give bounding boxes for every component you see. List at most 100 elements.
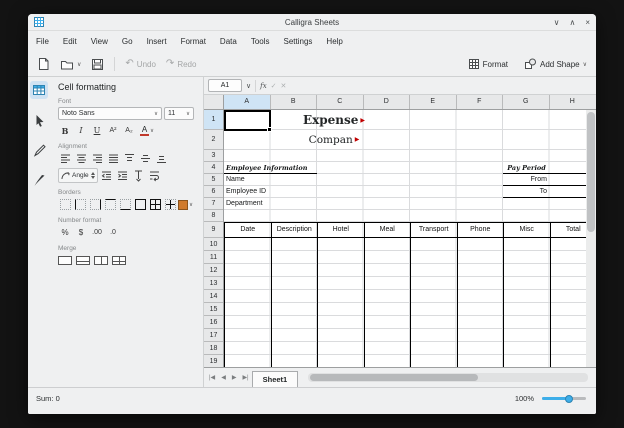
menu-item[interactable]: Edit bbox=[63, 37, 77, 46]
expense-table-header-cell[interactable]: Transport bbox=[411, 223, 458, 237]
pen-tool-button[interactable] bbox=[30, 141, 48, 159]
titlebar[interactable]: Calligra Sheets ∨ ∧ × bbox=[28, 14, 596, 31]
indent-increase-button[interactable] bbox=[116, 169, 130, 182]
zoom-slider-handle[interactable] bbox=[565, 395, 573, 403]
cell-range-dropdown[interactable]: ∨ bbox=[246, 82, 251, 90]
row-header[interactable]: 5 bbox=[204, 174, 223, 186]
valign-top-button[interactable] bbox=[122, 152, 136, 165]
first-sheet-button[interactable]: |◀ bbox=[206, 369, 218, 387]
column-header[interactable]: C bbox=[317, 95, 364, 109]
border-color-button[interactable]: ∨ bbox=[178, 198, 193, 211]
angle-spinner[interactable] bbox=[91, 172, 95, 179]
horizontal-scrollbar-handle[interactable] bbox=[310, 374, 478, 381]
merge-cells-button[interactable] bbox=[58, 254, 72, 267]
previous-sheet-button[interactable]: ◀ bbox=[218, 369, 229, 387]
superscript-button[interactable]: A² bbox=[106, 124, 120, 137]
row-header[interactable]: 13 bbox=[204, 277, 223, 290]
border-left-button[interactable] bbox=[73, 198, 87, 211]
precision-increase-button[interactable]: .00 bbox=[90, 226, 104, 239]
cell-tool-button[interactable] bbox=[30, 81, 48, 99]
row-header[interactable]: 7 bbox=[204, 198, 223, 210]
sheet-tab[interactable]: Sheet1 bbox=[252, 371, 299, 387]
italic-button[interactable]: I bbox=[74, 124, 88, 137]
column-header[interactable]: D bbox=[364, 95, 411, 109]
menu-item[interactable]: Help bbox=[326, 37, 342, 46]
zoom-slider[interactable] bbox=[542, 397, 586, 400]
row-header[interactable]: 16 bbox=[204, 316, 223, 329]
row-header[interactable]: 6 bbox=[204, 186, 223, 198]
last-sheet-button[interactable]: ▶| bbox=[239, 369, 251, 387]
vertical-text-button[interactable] bbox=[132, 169, 146, 182]
close-button[interactable]: × bbox=[585, 15, 590, 30]
menu-item[interactable]: Insert bbox=[147, 37, 167, 46]
open-document-button[interactable]: ∨ bbox=[57, 56, 84, 73]
align-center-button[interactable] bbox=[74, 152, 88, 165]
expense-table-header-cell[interactable]: Misc bbox=[504, 223, 551, 237]
valign-middle-button[interactable] bbox=[138, 152, 152, 165]
column-header[interactable]: E bbox=[410, 95, 457, 109]
merge-vertical-button[interactable] bbox=[94, 254, 108, 267]
indent-decrease-button[interactable] bbox=[100, 169, 114, 182]
apply-button[interactable]: ✓ bbox=[271, 82, 277, 90]
row-header[interactable]: 10 bbox=[204, 238, 223, 251]
border-top-button[interactable] bbox=[103, 198, 117, 211]
wrap-text-button[interactable] bbox=[148, 169, 162, 182]
select-all-corner[interactable] bbox=[204, 95, 224, 109]
menu-item[interactable]: Data bbox=[220, 37, 237, 46]
new-document-button[interactable] bbox=[34, 55, 53, 73]
sheet-grid[interactable]: Expense▶ Compan▶ Employee Information Pa… bbox=[224, 110, 586, 367]
redo-button[interactable]: ↷ Redo bbox=[163, 57, 200, 71]
add-shape-button[interactable]: Add Shape ∨ bbox=[521, 56, 590, 72]
bold-button[interactable]: B bbox=[58, 124, 72, 137]
angle-control[interactable]: Angle bbox=[58, 168, 98, 183]
subscript-button[interactable]: A₂ bbox=[122, 124, 136, 137]
border-frame-button[interactable] bbox=[133, 198, 147, 211]
border-none-button[interactable] bbox=[58, 198, 72, 211]
align-right-button[interactable] bbox=[90, 152, 104, 165]
money-format-button[interactable]: $ bbox=[74, 226, 88, 239]
unmerge-cells-button[interactable] bbox=[112, 254, 126, 267]
calligraphy-tool-button[interactable] bbox=[30, 171, 48, 189]
row-header[interactable]: 17 bbox=[204, 329, 223, 342]
row-header[interactable]: 15 bbox=[204, 303, 223, 316]
row-header[interactable]: 8 bbox=[204, 210, 223, 222]
row-header[interactable]: 9 bbox=[204, 222, 223, 238]
maximize-button[interactable]: ∧ bbox=[569, 15, 575, 30]
border-inner-button[interactable] bbox=[163, 198, 177, 211]
expense-table-header-cell[interactable]: Meal bbox=[365, 223, 412, 237]
cell-reference-box[interactable]: A1 bbox=[208, 79, 242, 92]
row-header[interactable]: 18 bbox=[204, 342, 223, 355]
row-header[interactable]: 11 bbox=[204, 251, 223, 264]
column-header[interactable]: B bbox=[271, 95, 318, 109]
save-button[interactable] bbox=[88, 56, 107, 73]
format-button[interactable]: Format bbox=[465, 56, 511, 72]
expense-table-header-cell[interactable]: Description bbox=[272, 223, 319, 237]
function-button[interactable]: fx bbox=[260, 82, 267, 90]
precision-decrease-button[interactable]: .0 bbox=[106, 226, 120, 239]
menu-item[interactable]: Go bbox=[122, 37, 133, 46]
border-right-button[interactable] bbox=[88, 198, 102, 211]
minimize-button[interactable]: ∨ bbox=[554, 15, 560, 30]
valign-bottom-button[interactable] bbox=[154, 152, 168, 165]
row-header[interactable]: 1 bbox=[204, 110, 223, 130]
border-all-button[interactable] bbox=[148, 198, 162, 211]
font-color-button[interactable]: A ∨ bbox=[138, 124, 156, 137]
border-bottom-button[interactable] bbox=[118, 198, 132, 211]
menu-item[interactable]: File bbox=[36, 37, 49, 46]
expense-table-header-cell[interactable]: Total bbox=[551, 223, 587, 237]
selected-cell-outline[interactable] bbox=[224, 110, 271, 131]
next-sheet-button[interactable]: ▶ bbox=[229, 369, 240, 387]
merge-horizontal-button[interactable] bbox=[76, 254, 90, 267]
column-header[interactable]: G bbox=[503, 95, 550, 109]
font-size-select[interactable]: 11 ∨ bbox=[164, 107, 194, 120]
row-header[interactable]: 2 bbox=[204, 130, 223, 150]
cancel-button[interactable]: ✕ bbox=[281, 82, 287, 90]
column-header[interactable]: F bbox=[457, 95, 504, 109]
align-left-button[interactable] bbox=[58, 152, 72, 165]
column-header[interactable]: A bbox=[224, 95, 271, 109]
fill-handle[interactable] bbox=[267, 127, 272, 132]
expense-table-header-cell[interactable]: Date bbox=[225, 223, 272, 237]
column-header[interactable]: H bbox=[550, 95, 587, 109]
expense-table-header-cell[interactable]: Phone bbox=[458, 223, 505, 237]
underline-button[interactable]: U bbox=[90, 124, 104, 137]
